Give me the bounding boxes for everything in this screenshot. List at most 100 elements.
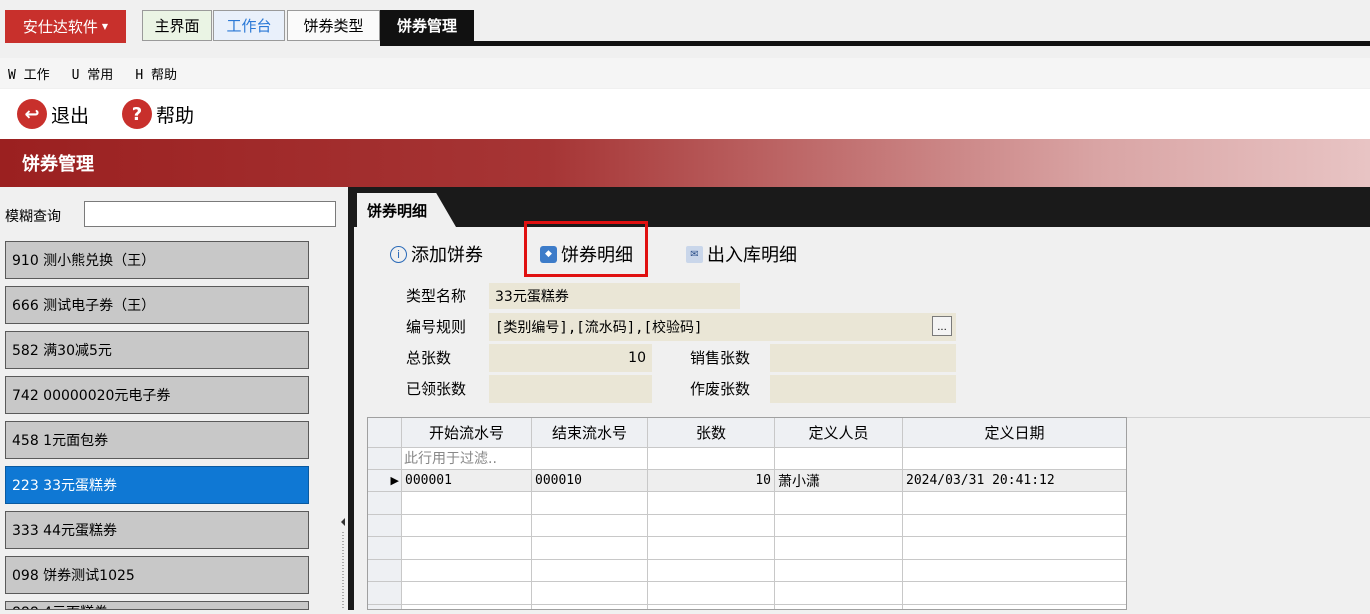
empty-cell[interactable]: [532, 514, 648, 537]
empty-cell[interactable]: [648, 559, 775, 582]
empty-cell[interactable]: [775, 604, 903, 609]
column-header[interactable]: 定义日期: [903, 418, 1126, 448]
module-title-bar: [0, 139, 1370, 187]
brand-menu-button[interactable]: 安仕达软件 ▼: [5, 10, 126, 43]
menu-bar: W 工作 U 常用 H 帮助: [0, 58, 1370, 88]
empty-cell[interactable]: [402, 559, 532, 582]
row-header: [368, 604, 402, 609]
list-item[interactable]: 582 满30减5元: [5, 331, 309, 369]
info-icon: i: [390, 245, 407, 263]
column-header[interactable]: 张数: [648, 418, 775, 448]
stock-detail-button[interactable]: ✉ 出入库明细: [686, 239, 797, 269]
empty-cell[interactable]: [903, 537, 1126, 560]
empty-cell[interactable]: [532, 537, 648, 560]
void-count-label: 作废张数: [690, 380, 751, 398]
list-item[interactable]: 888 4元面糕券: [5, 601, 309, 610]
filter-cell[interactable]: [532, 448, 648, 470]
list-item[interactable]: 333 44元蛋糕券: [5, 511, 309, 549]
empty-cell[interactable]: [648, 604, 775, 609]
table-cell[interactable]: 萧小潇: [775, 470, 903, 492]
sold-count-label: 销售张数: [690, 349, 751, 367]
add-coupon-label: 添加饼券: [411, 245, 483, 266]
tab-workbench[interactable]: 工作台: [213, 10, 285, 41]
list-item[interactable]: 910 测小熊兑换（王）: [5, 241, 309, 279]
tab-coupon-type[interactable]: 饼券类型: [287, 10, 380, 41]
highlight-box: [524, 221, 648, 277]
help-label: 帮助: [156, 104, 195, 127]
empty-cell[interactable]: [648, 582, 775, 605]
list-item[interactable]: 098 饼券测试1025: [5, 556, 309, 594]
list-item[interactable]: 458 1元面包券: [5, 421, 309, 459]
row-header: [368, 537, 402, 560]
empty-cell[interactable]: [532, 582, 648, 605]
filter-cell[interactable]: [903, 448, 1126, 470]
empty-cell[interactable]: [775, 537, 903, 560]
empty-cell[interactable]: [903, 605, 1126, 610]
empty-cell[interactable]: [648, 492, 775, 515]
empty-cell[interactable]: [775, 492, 903, 515]
numbering-rule-ellipsis-button[interactable]: ...: [932, 316, 952, 336]
empty-cell[interactable]: [775, 514, 903, 537]
help-icon: ?: [122, 99, 152, 129]
grid-empty-area: [1127, 417, 1370, 611]
received-count-value: [489, 375, 652, 403]
empty-cell[interactable]: [402, 492, 532, 515]
empty-cell[interactable]: [648, 514, 775, 537]
table-cell[interactable]: 10: [648, 470, 775, 492]
total-count-value: 10: [489, 344, 652, 372]
type-name-value: 33元蛋糕券: [489, 283, 740, 309]
help-button[interactable]: ? 帮助: [122, 97, 194, 131]
exit-label: 退出: [51, 104, 90, 127]
total-count-label: 总张数: [406, 349, 452, 367]
numbering-rule-value[interactable]: [类别编号],[流水码],[校验码]: [489, 313, 956, 341]
void-count-value: [770, 375, 956, 403]
panel-splitter[interactable]: [338, 510, 348, 610]
empty-cell[interactable]: [903, 515, 1126, 537]
menu-help[interactable]: H 帮助: [135, 64, 177, 83]
menu-common[interactable]: U 常用: [72, 64, 114, 83]
filter-cell[interactable]: [775, 448, 903, 470]
empty-cell[interactable]: [402, 604, 532, 609]
search-input[interactable]: [84, 201, 336, 227]
toolbar: [0, 89, 1370, 139]
list-item-selected[interactable]: 223 33元蛋糕券: [5, 466, 309, 504]
current-row-marker: ▶: [368, 470, 402, 492]
empty-cell[interactable]: [775, 559, 903, 582]
numbering-rule-label: 编号规则: [406, 318, 467, 336]
table-cell[interactable]: 000001: [402, 470, 532, 492]
row-header: [368, 448, 402, 470]
column-header[interactable]: 结束流水号: [532, 418, 648, 448]
empty-cell[interactable]: [903, 492, 1126, 515]
row-header: [368, 582, 402, 605]
add-coupon-button[interactable]: i 添加饼券: [390, 239, 483, 269]
list-item[interactable]: 666 测试电子券（王）: [5, 286, 309, 324]
table-cell[interactable]: 000010: [532, 470, 648, 492]
coupon-detail-grid[interactable]: 开始流水号 结束流水号 张数 定义人员 定义日期 此行用于过滤.. ▶ 0000…: [367, 417, 1127, 610]
row-header: [368, 492, 402, 515]
empty-cell[interactable]: [402, 514, 532, 537]
empty-cell[interactable]: [402, 537, 532, 560]
sold-count-value: [770, 344, 956, 372]
column-header[interactable]: 开始流水号: [402, 418, 532, 448]
table-cell[interactable]: 2024/03/31 20:41:12: [903, 470, 1126, 492]
empty-cell[interactable]: [775, 582, 903, 605]
filter-row-hint[interactable]: 此行用于过滤..: [402, 448, 532, 470]
menu-work[interactable]: W 工作: [8, 64, 50, 83]
list-item[interactable]: 742 00000020元电子券: [5, 376, 309, 414]
splitter-dots: [341, 518, 345, 610]
row-header: [368, 559, 402, 582]
exit-icon: ↩: [17, 99, 47, 129]
empty-cell[interactable]: [402, 582, 532, 605]
column-header[interactable]: 定义人员: [775, 418, 903, 448]
empty-cell[interactable]: [532, 559, 648, 582]
filter-cell[interactable]: [648, 448, 775, 470]
empty-cell[interactable]: [903, 582, 1126, 605]
envelope-icon: ✉: [686, 245, 703, 263]
tab-coupon-management[interactable]: 饼券管理: [380, 10, 474, 41]
exit-button[interactable]: ↩ 退出: [17, 97, 89, 131]
empty-cell[interactable]: [532, 492, 648, 515]
empty-cell[interactable]: [903, 560, 1126, 582]
tab-main-screen[interactable]: 主界面: [142, 10, 212, 41]
empty-cell[interactable]: [648, 537, 775, 560]
empty-cell[interactable]: [532, 604, 648, 609]
